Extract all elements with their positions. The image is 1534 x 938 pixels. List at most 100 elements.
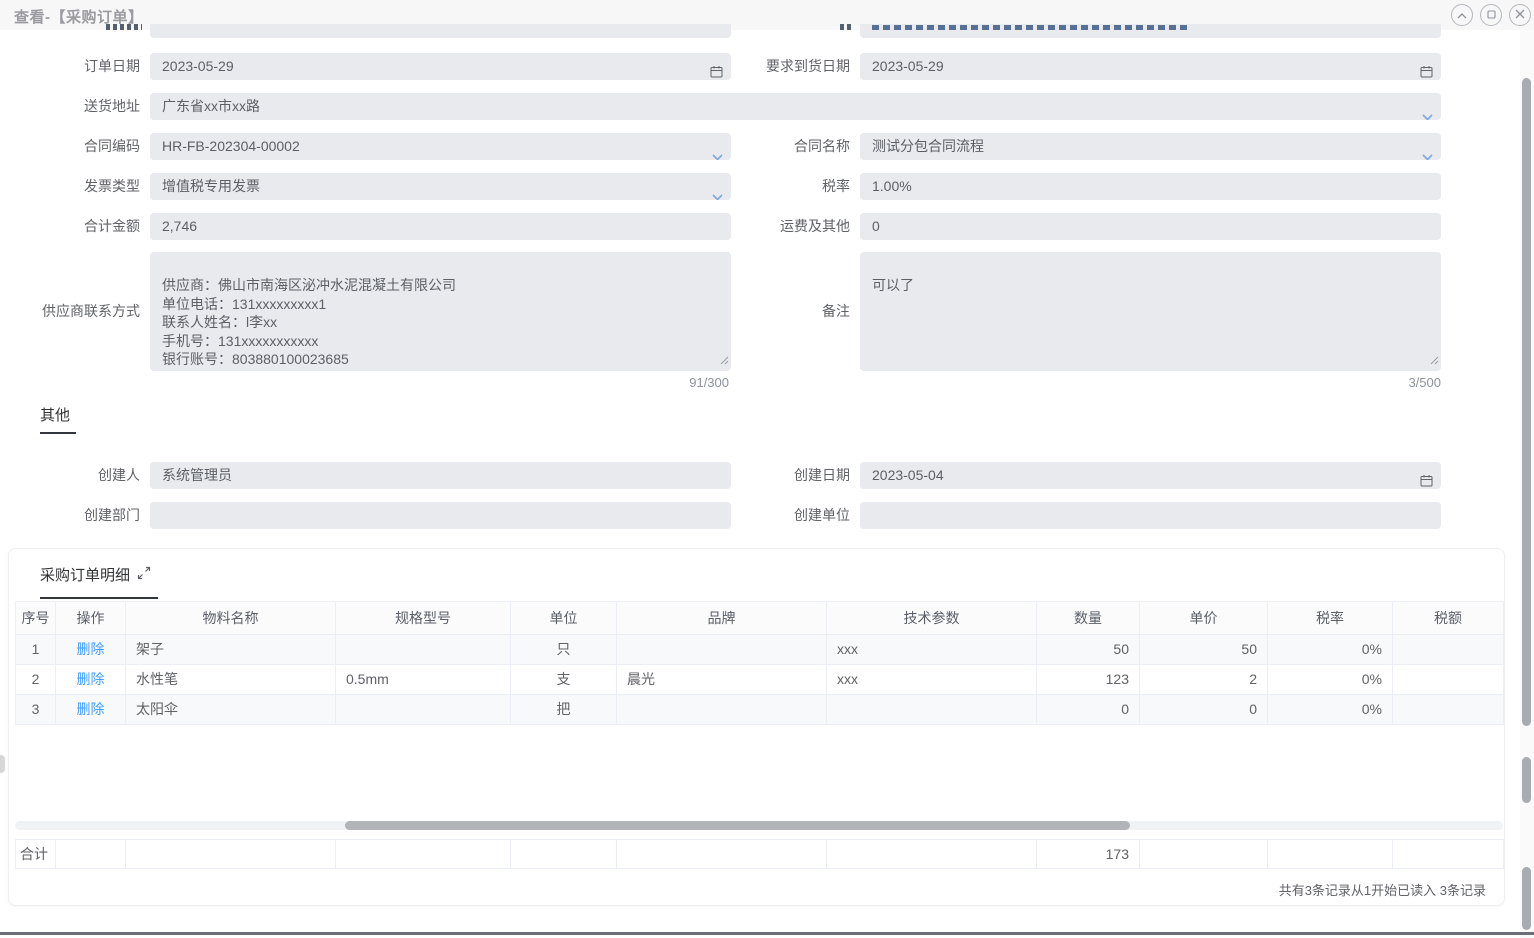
cell-unit: 把 — [511, 695, 617, 724]
tab-order-detail-underline — [40, 597, 158, 599]
order-date-value: 2023-05-29 — [162, 58, 234, 74]
cell-op: 删除 — [56, 665, 126, 694]
delivery-address-label: 送货地址 — [10, 93, 140, 120]
cell-seq: 3 — [16, 695, 56, 724]
cell-unit: 只 — [511, 635, 617, 664]
clipped-field-left — [150, 24, 731, 38]
summary-name — [126, 840, 336, 868]
tax-rate-field[interactable]: 1.00% — [860, 173, 1441, 200]
tab-order-detail[interactable]: 采购订单明细 — [40, 564, 130, 585]
contract-code-select[interactable]: HR-FB-202304-00002 — [150, 133, 731, 160]
contract-name-select[interactable]: 测试分包合同流程 — [860, 133, 1441, 160]
tax-rate-value: 1.00% — [872, 178, 912, 194]
order-date-label: 订单日期 — [10, 53, 140, 80]
cell-brand — [617, 635, 827, 664]
invoice-type-value: 增值税专用发票 — [162, 178, 260, 194]
close-icon — [1515, 6, 1525, 24]
creator-value: 系统管理员 — [162, 467, 232, 483]
required-delivery-date-field[interactable]: 2023-05-29 — [860, 53, 1441, 80]
cell-spec — [336, 695, 511, 724]
cell-qty: 0 — [1037, 695, 1140, 724]
tab-other[interactable]: 其他 — [40, 404, 70, 425]
header-tax_amount: 税额 — [1393, 602, 1504, 634]
cell-qty: 123 — [1037, 665, 1140, 694]
collapse-icon — [1457, 6, 1467, 24]
header-qty: 数量 — [1037, 602, 1140, 634]
cell-seq: 1 — [16, 635, 56, 664]
left-edge-handle — [0, 755, 5, 773]
summary-tax_amount — [1393, 840, 1504, 868]
total-amount-label: 合计金额 — [10, 213, 140, 240]
close-button[interactable] — [1509, 4, 1531, 26]
table-body: 1删除架子只xxx50500%2删除水性笔0.5mm支晨光xxx12320%3删… — [16, 635, 1504, 725]
order-date-field[interactable]: 2023-05-29 — [150, 53, 731, 80]
table-row: 1删除架子只xxx50500% — [16, 635, 1504, 665]
delete-link[interactable]: 删除 — [77, 641, 105, 657]
clipped-label-remnant — [840, 24, 852, 30]
total-amount-field[interactable]: 2,746 — [150, 213, 731, 240]
delete-link[interactable]: 删除 — [77, 671, 105, 687]
header-unit: 单位 — [511, 602, 617, 634]
contract-code-label: 合同编码 — [10, 133, 140, 160]
creator-field[interactable]: 系统管理员 — [150, 462, 731, 489]
summary-brand — [617, 840, 827, 868]
table-summary-row: 合计173 — [15, 839, 1504, 869]
maximize-button[interactable] — [1480, 4, 1502, 26]
create-date-label: 创建日期 — [712, 462, 850, 489]
contract-code-value: HR-FB-202304-00002 — [162, 138, 300, 154]
header-op: 操作 — [56, 602, 126, 634]
cell-spec: 0.5mm — [336, 665, 511, 694]
detail-table: 序号操作物料名称规格型号单位品牌技术参数数量单价税率税额 1删除架子只xxx50… — [15, 601, 1504, 725]
create-date-field[interactable]: 2023-05-04 — [860, 462, 1441, 489]
vertical-scrollbar-thumb[interactable] — [1522, 867, 1531, 930]
calendar-icon — [1420, 60, 1433, 80]
horizontal-scrollbar-thumb[interactable] — [345, 821, 1130, 830]
vertical-scrollbar-thumb[interactable] — [1522, 78, 1531, 726]
supplier-contact-value: 供应商：佛山市南海区泌冲水泥混凝土有限公司 单位电话：131xxxxxxxxx1… — [162, 277, 456, 367]
freight-and-other-field[interactable]: 0 — [860, 213, 1441, 240]
cell-op: 删除 — [56, 635, 126, 664]
cell-price: 2 — [1140, 665, 1268, 694]
summary-price — [1140, 840, 1268, 868]
tax-rate-label: 税率 — [712, 173, 850, 200]
create-unit-field[interactable] — [860, 502, 1441, 529]
cell-op: 删除 — [56, 695, 126, 724]
create-department-label: 创建部门 — [10, 502, 140, 529]
char-counter: 3/500 — [860, 375, 1441, 390]
summary-tech — [827, 840, 1037, 868]
header-spec: 规格型号 — [336, 602, 511, 634]
required-delivery-date-label: 要求到货日期 — [712, 53, 850, 80]
supplier-contact-textarea[interactable]: 供应商：佛山市南海区泌冲水泥混凝土有限公司 单位电话：131xxxxxxxxx1… — [150, 252, 731, 371]
window-bottom-edge — [0, 932, 1534, 935]
calendar-icon — [1420, 469, 1433, 489]
maximize-icon — [1487, 6, 1496, 24]
delete-link[interactable]: 删除 — [77, 701, 105, 717]
cell-price: 0 — [1140, 695, 1268, 724]
purchase-order-view-window: 查看-【采购订单】 订单日期 2023-05-29 — [0, 0, 1534, 938]
create-department-field[interactable] — [150, 502, 731, 529]
table-row: 3删除太阳伞把000% — [16, 695, 1504, 725]
cell-seq: 2 — [16, 665, 56, 694]
clipped-text-remnant — [872, 25, 1190, 30]
cell-tax_rate: 0% — [1268, 695, 1393, 724]
cell-tech: xxx — [827, 665, 1037, 694]
char-counter: 91/300 — [150, 375, 729, 390]
header-tax_rate: 税率 — [1268, 602, 1393, 634]
clipped-label-remnant — [106, 24, 142, 30]
invoice-type-select[interactable]: 增值税专用发票 — [150, 173, 731, 200]
cell-tax_amount — [1393, 635, 1504, 664]
resize-grip-icon[interactable] — [1429, 332, 1439, 369]
window-controls — [1451, 4, 1531, 26]
collapse-button[interactable] — [1451, 4, 1473, 26]
remark-textarea[interactable]: 可以了 — [860, 252, 1441, 371]
horizontal-scrollbar — [15, 821, 1503, 830]
delivery-address-select[interactable]: 广东省xx市xx路 — [150, 93, 1441, 120]
cell-name: 太阳伞 — [126, 695, 336, 724]
cell-tax_rate: 0% — [1268, 635, 1393, 664]
table-header-row: 序号操作物料名称规格型号单位品牌技术参数数量单价税率税额 — [16, 601, 1504, 635]
delivery-address-value: 广东省xx市xx路 — [162, 98, 260, 114]
vertical-scrollbar-thumb[interactable] — [1522, 757, 1531, 803]
table-row: 2删除水性笔0.5mm支晨光xxx12320% — [16, 665, 1504, 695]
expand-icon[interactable] — [137, 566, 151, 585]
resize-grip-icon[interactable] — [719, 332, 729, 369]
